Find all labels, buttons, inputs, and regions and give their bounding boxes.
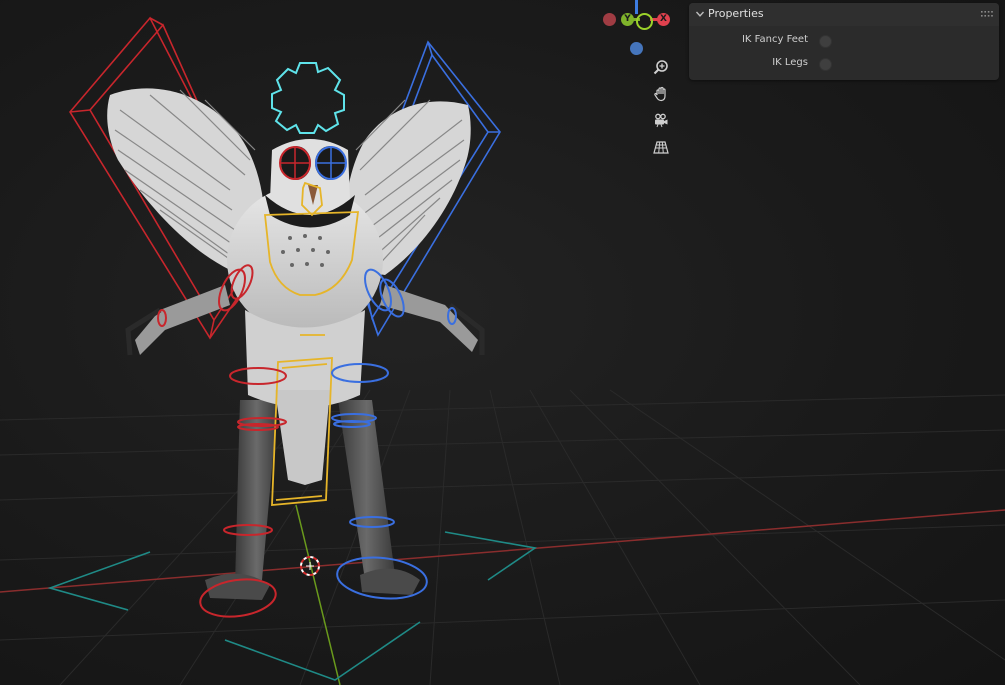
navigation-gizmo[interactable]: Y X: [596, 0, 676, 60]
head-gear-control[interactable]: [271, 62, 345, 134]
properties-panel-title: Properties: [708, 7, 764, 20]
y-axis-button[interactable]: Y: [621, 13, 634, 26]
zoom-button[interactable]: [650, 56, 672, 78]
properties-panel-header[interactable]: Properties: [689, 3, 999, 26]
ik-fancy-feet-toggle[interactable]: [819, 35, 832, 48]
negative-z-axis-button[interactable]: [630, 42, 643, 55]
ik-fancy-feet-label: IK Fancy Feet: [741, 34, 808, 45]
perspective-grid-icon: [653, 141, 669, 154]
gizmo-center-ring[interactable]: [636, 13, 653, 30]
pan-button[interactable]: [650, 83, 672, 105]
perspective-toggle-button[interactable]: [650, 136, 672, 158]
ik-legs-row: IK Legs: [689, 54, 999, 74]
zoom-icon: [653, 60, 668, 75]
camera-icon: [655, 113, 668, 128]
ik-legs-toggle[interactable]: [819, 58, 832, 71]
z-axis-line-icon: [635, 0, 638, 14]
ik-fancy-feet-row: IK Fancy Feet: [689, 31, 999, 51]
properties-panel: Properties IK Fancy Feet IK Legs: [689, 3, 999, 80]
ik-legs-label: IK Legs: [772, 57, 808, 68]
floor-grid: [0, 389, 1005, 685]
chevron-down-icon: [695, 11, 705, 17]
camera-view-button[interactable]: [650, 109, 672, 131]
x-axis-line: [0, 509, 1005, 593]
x-axis-button[interactable]: X: [657, 13, 670, 26]
drag-grip-icon[interactable]: [981, 10, 993, 18]
3d-viewport[interactable]: [0, 0, 1005, 685]
hand-pan-icon: [654, 86, 666, 102]
negative-x-axis-button[interactable]: [603, 13, 616, 26]
